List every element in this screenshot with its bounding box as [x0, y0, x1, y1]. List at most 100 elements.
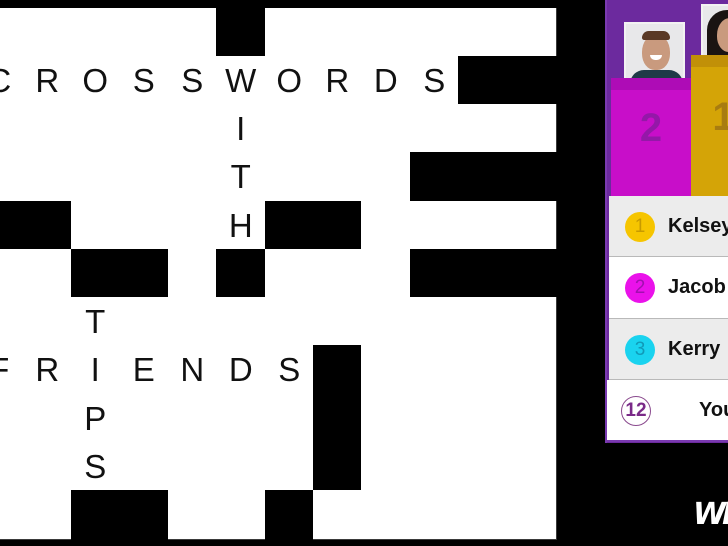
letter-cell[interactable]: P	[71, 394, 121, 444]
empty-cell[interactable]	[119, 8, 170, 58]
letter-cell[interactable]: H	[216, 201, 267, 251]
empty-cell[interactable]	[507, 442, 557, 492]
empty-cell[interactable]	[410, 8, 460, 58]
empty-cell[interactable]	[0, 297, 25, 347]
empty-cell[interactable]	[507, 297, 557, 347]
letter-cell[interactable]: N	[168, 345, 218, 396]
empty-cell[interactable]	[119, 104, 170, 154]
empty-cell[interactable]	[23, 394, 73, 444]
empty-cell[interactable]	[168, 104, 218, 154]
empty-cell[interactable]	[458, 201, 509, 251]
empty-cell[interactable]	[71, 104, 121, 154]
empty-cell[interactable]	[23, 297, 73, 347]
empty-cell[interactable]	[216, 297, 267, 347]
empty-cell[interactable]	[0, 394, 25, 444]
empty-cell[interactable]	[23, 104, 73, 154]
empty-cell[interactable]	[168, 152, 218, 203]
empty-cell[interactable]	[361, 249, 412, 299]
letter-cell[interactable]: T	[216, 152, 267, 203]
letter-cell[interactable]: F	[0, 345, 25, 396]
leaderboard-row[interactable]: 1 Kelsey	[609, 196, 728, 257]
empty-cell[interactable]	[507, 345, 557, 396]
empty-cell[interactable]	[71, 201, 121, 251]
empty-cell[interactable]	[23, 442, 73, 492]
letter-cell[interactable]: S	[119, 56, 170, 106]
empty-cell[interactable]	[168, 249, 218, 299]
empty-cell[interactable]	[458, 442, 509, 492]
empty-cell[interactable]	[410, 394, 460, 444]
empty-cell[interactable]	[0, 442, 25, 492]
empty-cell[interactable]	[361, 394, 412, 444]
empty-cell[interactable]	[458, 8, 509, 58]
empty-cell[interactable]	[168, 297, 218, 347]
empty-cell[interactable]	[507, 8, 557, 58]
empty-cell[interactable]	[0, 490, 25, 540]
empty-cell[interactable]	[119, 394, 170, 444]
empty-cell[interactable]	[313, 249, 363, 299]
empty-cell[interactable]	[313, 490, 363, 540]
empty-cell[interactable]	[71, 8, 121, 58]
empty-cell[interactable]	[168, 8, 218, 58]
empty-cell[interactable]	[119, 201, 170, 251]
empty-cell[interactable]	[119, 297, 170, 347]
empty-cell[interactable]	[0, 249, 25, 299]
empty-cell[interactable]	[119, 152, 170, 203]
empty-cell[interactable]	[23, 490, 73, 540]
letter-cell[interactable]: E	[119, 345, 170, 396]
empty-cell[interactable]	[507, 490, 557, 540]
empty-cell[interactable]	[119, 442, 170, 492]
empty-cell[interactable]	[216, 442, 267, 492]
empty-cell[interactable]	[507, 201, 557, 251]
letter-cell[interactable]: D	[216, 345, 267, 396]
empty-cell[interactable]	[265, 394, 315, 444]
empty-cell[interactable]	[0, 152, 25, 203]
letter-cell[interactable]: O	[71, 56, 121, 106]
empty-cell[interactable]	[265, 8, 315, 58]
empty-cell[interactable]	[0, 8, 25, 58]
empty-cell[interactable]	[265, 442, 315, 492]
letter-cell[interactable]: D	[361, 56, 412, 106]
empty-cell[interactable]	[216, 394, 267, 444]
empty-cell[interactable]	[410, 345, 460, 396]
empty-cell[interactable]	[410, 442, 460, 492]
empty-cell[interactable]	[458, 490, 509, 540]
empty-cell[interactable]	[265, 152, 315, 203]
empty-cell[interactable]	[168, 442, 218, 492]
empty-cell[interactable]	[410, 201, 460, 251]
empty-cell[interactable]	[313, 297, 363, 347]
empty-cell[interactable]	[313, 104, 363, 154]
empty-cell[interactable]	[265, 249, 315, 299]
letter-cell[interactable]: R	[23, 56, 73, 106]
empty-cell[interactable]	[458, 297, 509, 347]
leaderboard-row[interactable]: 2 Jacob	[609, 257, 728, 319]
empty-cell[interactable]	[361, 297, 412, 347]
leaderboard-row[interactable]: 3 Kerry	[609, 319, 728, 380]
empty-cell[interactable]	[361, 152, 412, 203]
letter-cell[interactable]: C	[0, 56, 25, 106]
leaderboard-row[interactable]: 12 You	[607, 380, 728, 442]
empty-cell[interactable]	[361, 490, 412, 540]
empty-cell[interactable]	[410, 297, 460, 347]
empty-cell[interactable]	[0, 104, 25, 154]
empty-cell[interactable]	[313, 152, 363, 203]
empty-cell[interactable]	[168, 201, 218, 251]
letter-cell[interactable]: S	[410, 56, 460, 106]
empty-cell[interactable]	[361, 345, 412, 396]
empty-cell[interactable]	[265, 297, 315, 347]
letter-cell[interactable]: I	[216, 104, 267, 154]
empty-cell[interactable]	[265, 104, 315, 154]
empty-cell[interactable]	[168, 490, 218, 540]
empty-cell[interactable]	[361, 104, 412, 154]
letter-cell[interactable]: I	[71, 345, 121, 396]
empty-cell[interactable]	[507, 104, 557, 154]
letter-cell[interactable]: S	[168, 56, 218, 106]
empty-cell[interactable]	[23, 249, 73, 299]
empty-cell[interactable]	[23, 8, 73, 58]
empty-cell[interactable]	[361, 201, 412, 251]
letter-cell[interactable]: R	[23, 345, 73, 396]
letter-cell[interactable]: O	[265, 56, 315, 106]
empty-cell[interactable]	[23, 152, 73, 203]
empty-cell[interactable]	[361, 8, 412, 58]
empty-cell[interactable]	[458, 104, 509, 154]
empty-cell[interactable]	[458, 345, 509, 396]
